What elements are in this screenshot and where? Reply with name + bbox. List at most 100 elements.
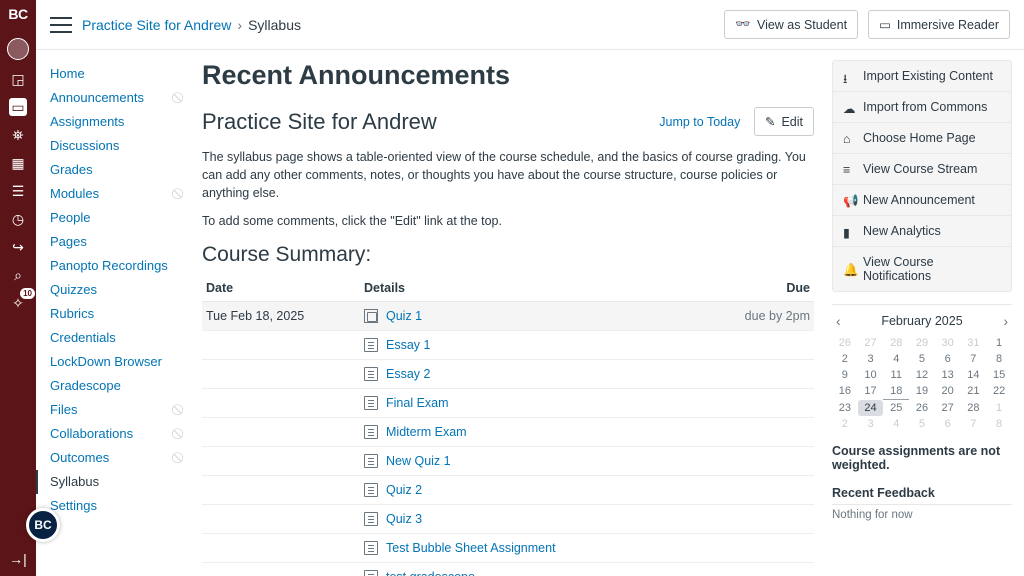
calendar-day[interactable]: 7: [961, 416, 987, 432]
course-nav-link[interactable]: Rubrics: [50, 302, 94, 326]
calendar-day[interactable]: 13: [935, 367, 961, 383]
calendar-day[interactable]: 6: [935, 351, 961, 367]
col-due[interactable]: Due: [734, 275, 814, 302]
course-nav-item[interactable]: Credentials: [50, 326, 190, 350]
dashboard-icon[interactable]: ◲: [9, 70, 27, 88]
calendar-day[interactable]: 4: [883, 351, 909, 367]
calendar-day[interactable]: 20: [935, 383, 961, 400]
course-nav-link[interactable]: LockDown Browser: [50, 350, 162, 374]
calendar-day[interactable]: 30: [935, 335, 961, 351]
account-avatar[interactable]: [7, 38, 29, 60]
notifications-icon[interactable]: ✧10: [9, 294, 27, 312]
calendar-day[interactable]: 27: [858, 335, 884, 351]
commons-icon[interactable]: ↪: [9, 238, 27, 256]
course-nav-link[interactable]: Quizzes: [50, 278, 97, 302]
course-nav-link[interactable]: Home: [50, 62, 85, 86]
calendar-day[interactable]: 18: [883, 383, 909, 400]
calendar-day[interactable]: 4: [883, 416, 909, 432]
course-nav-item[interactable]: Panopto Recordings: [50, 254, 190, 278]
assignment-link[interactable]: Essay 2: [386, 367, 430, 381]
assignment-link[interactable]: Quiz 1: [386, 309, 422, 323]
course-nav-link[interactable]: Outcomes: [50, 446, 109, 470]
calendar-day[interactable]: 1: [986, 400, 1012, 417]
course-action-button[interactable]: 🔔View Course Notifications: [833, 247, 1011, 291]
calendar-icon[interactable]: ▦: [9, 154, 27, 172]
course-action-button[interactable]: ≡View Course Stream: [833, 154, 1011, 185]
assignment-link[interactable]: Midterm Exam: [386, 425, 467, 439]
course-nav-link[interactable]: Modules: [50, 182, 99, 206]
calendar-day[interactable]: 11: [883, 367, 909, 383]
course-action-button[interactable]: ▮New Analytics: [833, 216, 1011, 247]
course-nav-item[interactable]: Outcomes⃠: [50, 446, 190, 470]
calendar-day[interactable]: 17: [858, 383, 884, 400]
edit-syllabus-button[interactable]: ✎ Edit: [754, 107, 814, 136]
course-nav-link[interactable]: People: [50, 206, 90, 230]
course-nav-item[interactable]: Collaborations⃠: [50, 422, 190, 446]
assignment-link[interactable]: test gradescope: [386, 570, 475, 576]
calendar-day[interactable]: 3: [858, 351, 884, 367]
calendar-day[interactable]: 16: [832, 383, 858, 400]
calendar-day[interactable]: 2: [832, 416, 858, 432]
course-nav-toggle[interactable]: [50, 17, 72, 33]
calendar-day[interactable]: 19: [909, 383, 935, 400]
assignment-link[interactable]: Test Bubble Sheet Assignment: [386, 541, 556, 555]
calendar-day[interactable]: 27: [935, 400, 961, 417]
calendar-day[interactable]: 6: [935, 416, 961, 432]
course-nav-link[interactable]: Announcements: [50, 86, 144, 110]
course-nav-item[interactable]: Assignments: [50, 110, 190, 134]
calendar-day[interactable]: 8: [986, 416, 1012, 432]
collapse-nav-icon[interactable]: →|: [9, 550, 27, 568]
calendar-day[interactable]: 10: [858, 367, 884, 383]
calendar-day[interactable]: 31: [961, 335, 987, 351]
view-as-student-button[interactable]: 👓 View as Student: [724, 10, 858, 39]
course-nav-item[interactable]: LockDown Browser: [50, 350, 190, 374]
calendar-day[interactable]: 26: [909, 400, 935, 417]
course-nav-link[interactable]: Grades: [50, 158, 93, 182]
assignment-link[interactable]: Quiz 2: [386, 483, 422, 497]
calendar-day[interactable]: 12: [909, 367, 935, 383]
bc-support-badge[interactable]: BC: [26, 508, 60, 542]
immersive-reader-button[interactable]: ▭ Immersive Reader: [868, 10, 1010, 39]
cal-prev-month[interactable]: ‹: [836, 313, 841, 329]
assignment-link[interactable]: Final Exam: [386, 396, 449, 410]
calendar-day[interactable]: 23: [832, 400, 858, 417]
calendar-day[interactable]: 28: [961, 400, 987, 417]
course-nav-item[interactable]: Rubrics: [50, 302, 190, 326]
calendar-day[interactable]: 2: [832, 351, 858, 367]
course-nav-link[interactable]: Credentials: [50, 326, 116, 350]
calendar-day[interactable]: 22: [986, 383, 1012, 400]
course-nav-link[interactable]: Gradescope: [50, 374, 121, 398]
course-nav-link[interactable]: Discussions: [50, 134, 119, 158]
calendar-day[interactable]: 5: [909, 416, 935, 432]
calendar-day[interactable]: 24: [858, 400, 884, 417]
course-nav-item[interactable]: Discussions: [50, 134, 190, 158]
groups-icon[interactable]: ⛯: [9, 126, 27, 144]
course-nav-item[interactable]: People: [50, 206, 190, 230]
course-nav-link[interactable]: Files: [50, 398, 77, 422]
course-action-button[interactable]: 📢New Announcement: [833, 185, 1011, 216]
calendar-day[interactable]: 7: [961, 351, 987, 367]
course-nav-item[interactable]: Home: [50, 62, 190, 86]
col-date[interactable]: Date: [202, 275, 360, 302]
calendar-day[interactable]: 28: [883, 335, 909, 351]
inbox-icon[interactable]: ☰: [9, 182, 27, 200]
course-nav-item[interactable]: Settings: [50, 494, 190, 518]
calendar-day[interactable]: 26: [832, 335, 858, 351]
history-icon[interactable]: ◷: [9, 210, 27, 228]
course-nav-item[interactable]: Announcements⃠: [50, 86, 190, 110]
calendar-day[interactable]: 8: [986, 351, 1012, 367]
calendar-day[interactable]: 3: [858, 416, 884, 432]
course-nav-item[interactable]: Quizzes: [50, 278, 190, 302]
institution-logo[interactable]: BC: [8, 6, 27, 22]
cal-next-month[interactable]: ›: [1003, 313, 1008, 329]
course-nav-link[interactable]: Panopto Recordings: [50, 254, 168, 278]
calendar-day[interactable]: 25: [883, 400, 909, 417]
course-nav-link[interactable]: Pages: [50, 230, 87, 254]
jump-to-today-link[interactable]: Jump to Today: [659, 115, 740, 129]
calendar-day[interactable]: 9: [832, 367, 858, 383]
help-icon[interactable]: ⌕: [9, 266, 27, 284]
course-nav-item[interactable]: Modules⃠: [50, 182, 190, 206]
course-action-button[interactable]: ☁Import from Commons: [833, 92, 1011, 123]
course-action-button[interactable]: ⭳Import Existing Content: [833, 61, 1011, 92]
assignment-link[interactable]: Essay 1: [386, 338, 430, 352]
